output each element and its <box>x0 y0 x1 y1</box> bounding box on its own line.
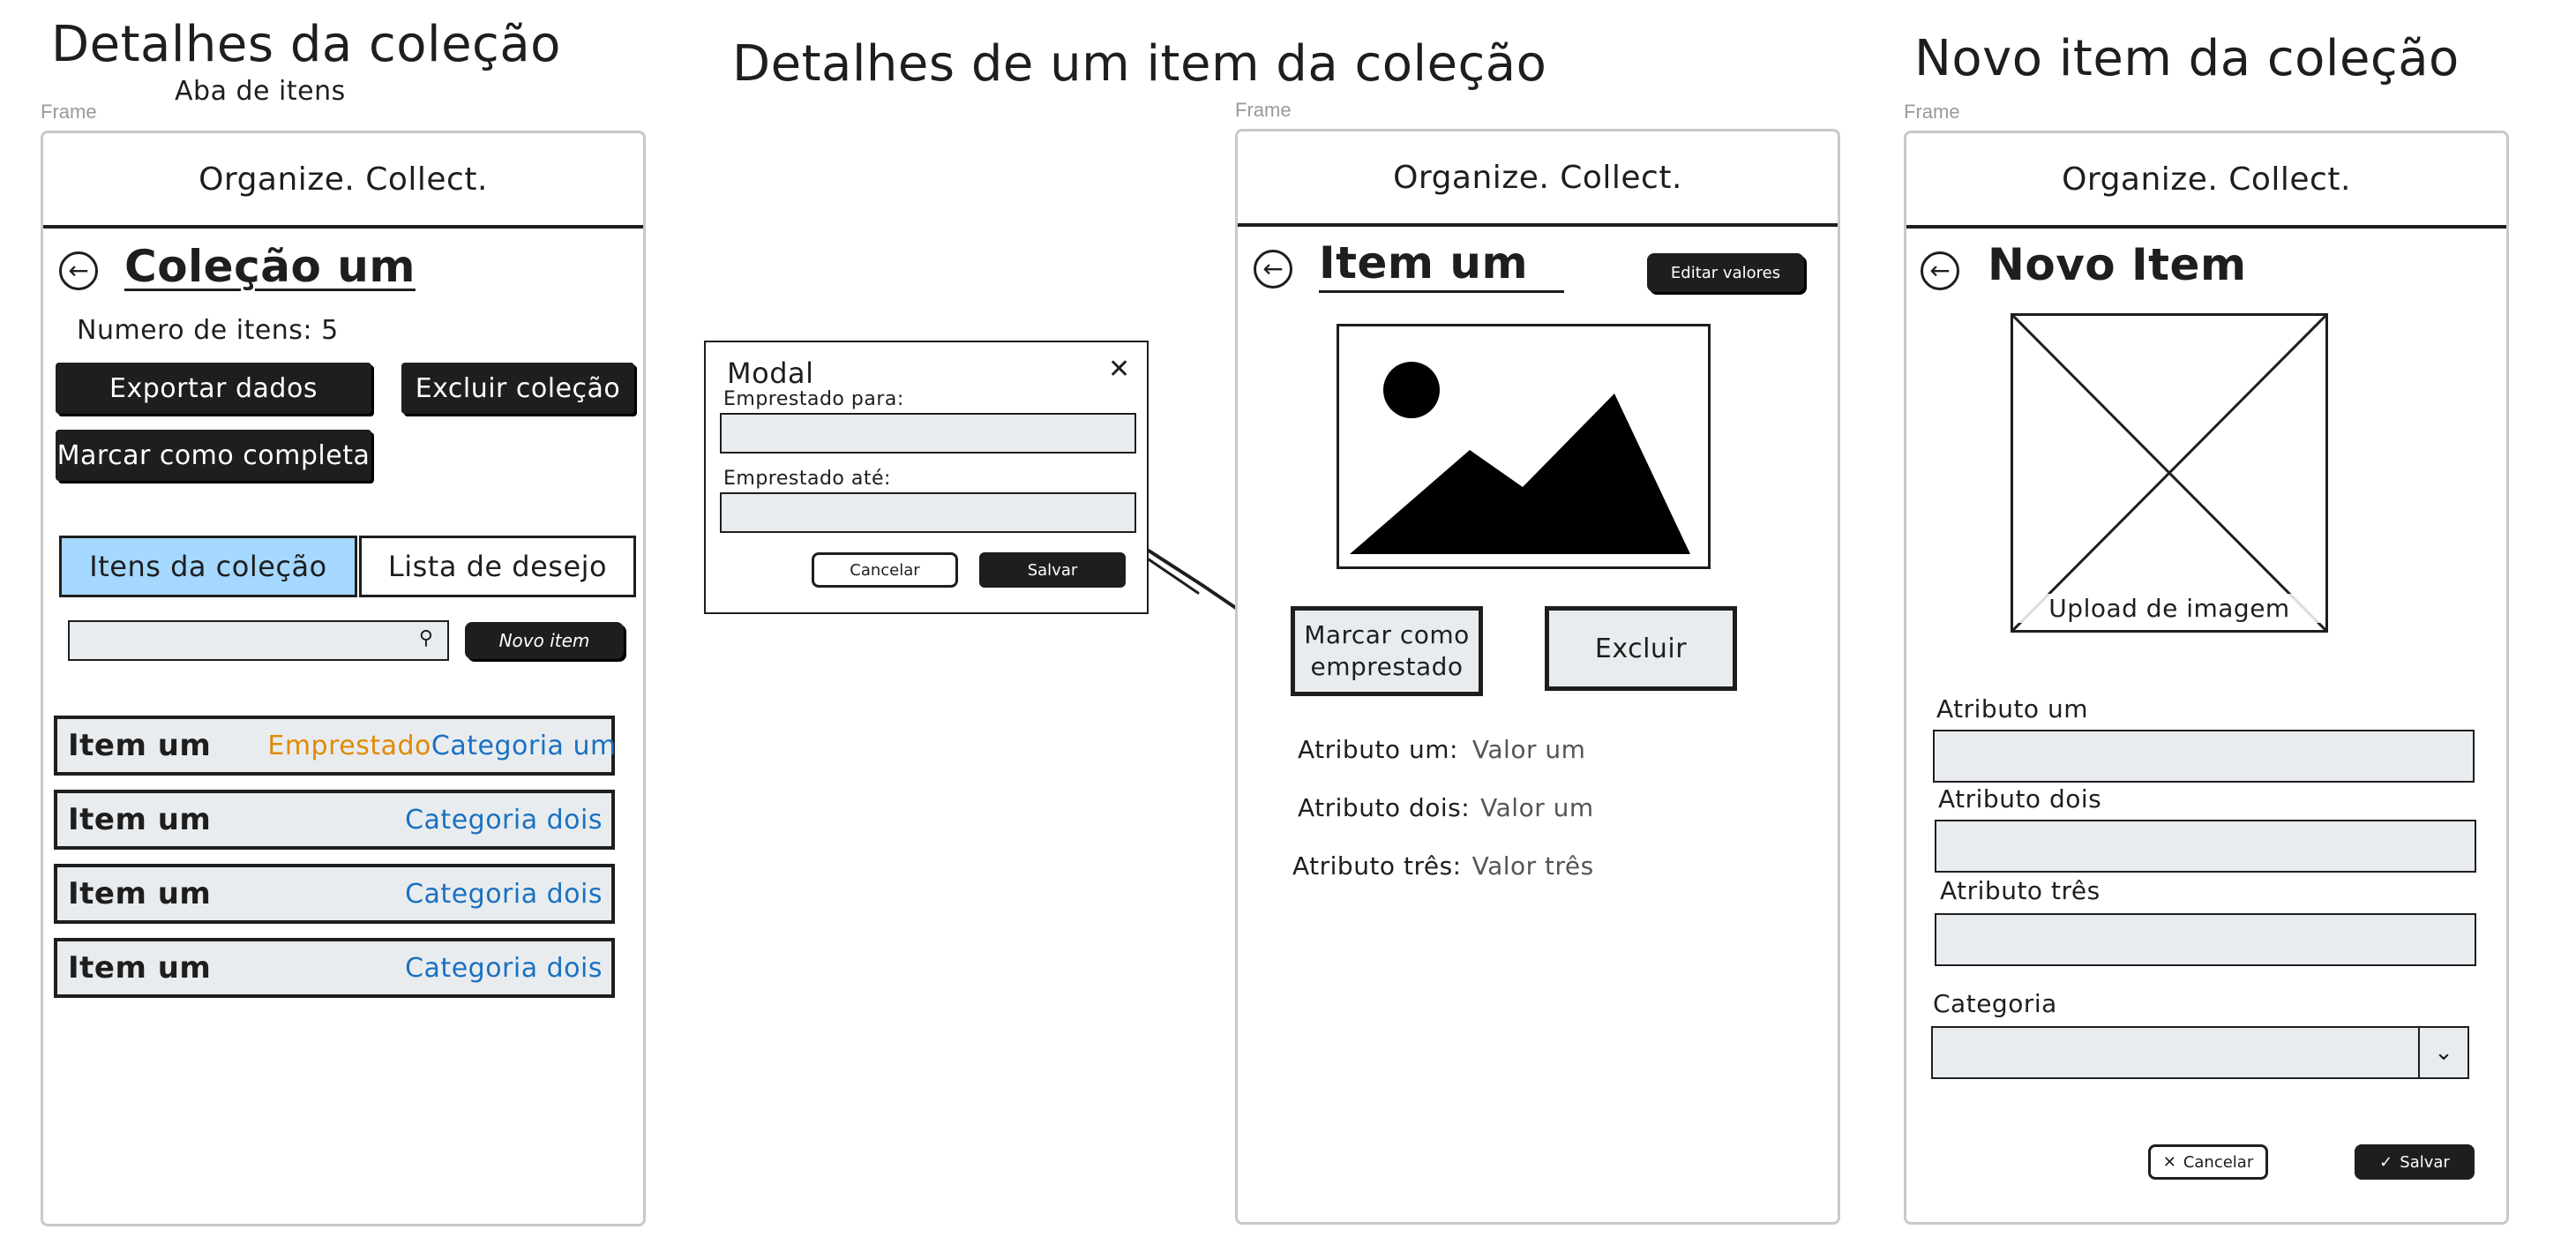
collection-details-frame: Organize. Collect. ← Coleção um Numero d… <box>41 131 646 1226</box>
item-category: Categoria dois <box>405 878 603 910</box>
field-label: Atributo dois <box>1938 784 2102 813</box>
app-header: Organize. Collect. <box>1906 133 2506 229</box>
attribute-one-input[interactable] <box>1933 730 2475 783</box>
category-select[interactable]: ⌄ <box>1931 1026 2469 1079</box>
frame-label: Frame <box>1904 101 1960 123</box>
item-category: Categoria um <box>431 730 617 761</box>
cancel-button[interactable]: ✕ Cancelar <box>2148 1144 2268 1180</box>
lent-until-label: Emprestado até: <box>723 468 891 490</box>
lent-to-input[interactable] <box>720 413 1136 454</box>
mark-complete-button[interactable]: Marcar como completa <box>56 430 371 481</box>
page-title: Novo Item <box>1988 239 2247 290</box>
board-title-item: Detalhes de um item da coleção <box>732 35 1547 93</box>
mark-lent-button[interactable]: Marcar como emprestado <box>1291 606 1483 696</box>
list-item[interactable]: Item um Categoria dois <box>54 938 615 998</box>
page-title: Item um <box>1319 237 1564 293</box>
item-name: Item um <box>68 728 212 763</box>
back-arrow-icon[interactable]: ← <box>1921 251 1959 290</box>
item-status: Emprestado <box>267 730 431 761</box>
item-image <box>1337 324 1711 569</box>
delete-item-button[interactable]: Excluir <box>1545 606 1737 691</box>
attribute-value: Valor um <box>1471 735 1586 764</box>
item-category: Categoria dois <box>405 952 603 984</box>
attribute-value: Valor um <box>1480 793 1594 822</box>
mark-lent-label-line1: Marcar como <box>1304 619 1470 649</box>
frame-label: Frame <box>41 101 97 123</box>
search-input[interactable]: ⚲ <box>68 620 449 661</box>
cancel-label: Cancelar <box>2183 1152 2254 1172</box>
app-brand: Organize. Collect. <box>2062 161 2351 198</box>
frame-label: Frame <box>1235 99 1292 121</box>
board-subtitle-collection: Aba de itens <box>175 76 346 107</box>
item-details-frame: Organize. Collect. ← Item um Editar valo… <box>1235 129 1840 1225</box>
image-placeholder-icon <box>2013 316 2325 630</box>
attribute-row: Atributo dois: Valor um <box>1298 793 1594 822</box>
modal-title: Modal <box>727 356 814 390</box>
field-label: Atributo três <box>1940 876 2100 905</box>
lent-to-label: Emprestado para: <box>723 388 904 410</box>
item-category: Categoria dois <box>405 804 603 836</box>
back-arrow-icon[interactable]: ← <box>1254 250 1292 289</box>
app-header: Organize. Collect. <box>43 133 643 229</box>
attribute-label: Atributo um: <box>1298 735 1458 764</box>
item-name: Item um <box>68 950 212 986</box>
attribute-two-input[interactable] <box>1935 820 2476 873</box>
new-item-frame: Organize. Collect. ← Novo Item Upload de… <box>1904 131 2509 1225</box>
item-count: Numero de itens: 5 <box>77 315 339 346</box>
attribute-row: Atributo três: Valor três <box>1292 851 1594 881</box>
modal-cancel-button[interactable]: Cancelar <box>812 552 958 588</box>
export-data-button[interactable]: Exportar dados <box>56 363 371 414</box>
app-brand: Organize. Collect. <box>198 161 488 198</box>
item-name: Item um <box>68 802 212 837</box>
back-arrow-icon[interactable]: ← <box>59 251 98 290</box>
upload-label: Upload de imagem <box>2013 594 2325 623</box>
delete-collection-button[interactable]: Excluir coleção <box>401 363 634 414</box>
close-icon: ✕ <box>2162 1152 2176 1172</box>
lent-until-input[interactable] <box>720 492 1136 533</box>
list-item[interactable]: Item um Categoria dois <box>54 864 615 924</box>
item-name: Item um <box>68 876 212 911</box>
board-title-collection: Detalhes da coleção <box>51 16 561 73</box>
modal-save-button[interactable]: Salvar <box>979 552 1126 588</box>
chevron-down-icon[interactable]: ⌄ <box>2418 1028 2467 1077</box>
check-icon: ✓ <box>2379 1152 2393 1172</box>
lend-modal: Modal ✕ Emprestado para: Emprestado até:… <box>704 341 1149 614</box>
edit-values-button[interactable]: Editar valores <box>1647 253 1804 292</box>
close-icon[interactable]: ✕ <box>1108 356 1130 383</box>
app-brand: Organize. Collect. <box>1393 159 1682 196</box>
list-item[interactable]: Item um Categoria dois <box>54 790 615 850</box>
board-title-new-item: Novo item da coleção <box>1914 30 2460 87</box>
mark-lent-label-line2: emprestado <box>1310 652 1464 681</box>
search-icon: ⚲ <box>418 627 433 649</box>
attribute-three-input[interactable] <box>1935 913 2476 966</box>
tab-label: Lista de desejo <box>387 550 608 583</box>
list-item[interactable]: Item um Emprestado Categoria um <box>54 716 617 776</box>
tab-wishlist[interactable]: Lista de desejo <box>359 536 636 597</box>
field-label: Atributo um <box>1936 694 2088 723</box>
image-upload-area[interactable]: Upload de imagem <box>2011 313 2328 633</box>
new-item-button[interactable]: Novo item <box>465 622 624 659</box>
attribute-label: Atributo dois: <box>1298 793 1471 822</box>
save-label: Salvar <box>2400 1152 2450 1172</box>
attribute-label: Atributo três: <box>1292 851 1462 881</box>
category-label: Categoria <box>1933 989 2057 1018</box>
attribute-value: Valor três <box>1471 851 1594 881</box>
tab-collection-items[interactable]: Itens da coleção <box>59 536 357 597</box>
attribute-row: Atributo um: Valor um <box>1298 735 1585 764</box>
image-placeholder-icon <box>1350 362 1690 554</box>
app-header: Organize. Collect. <box>1238 131 1838 227</box>
tab-label: Itens da coleção <box>89 550 327 583</box>
save-button[interactable]: ✓ Salvar <box>2355 1144 2475 1180</box>
page-title-text: Item um <box>1319 237 1529 289</box>
page-title: Coleção um <box>124 241 416 292</box>
